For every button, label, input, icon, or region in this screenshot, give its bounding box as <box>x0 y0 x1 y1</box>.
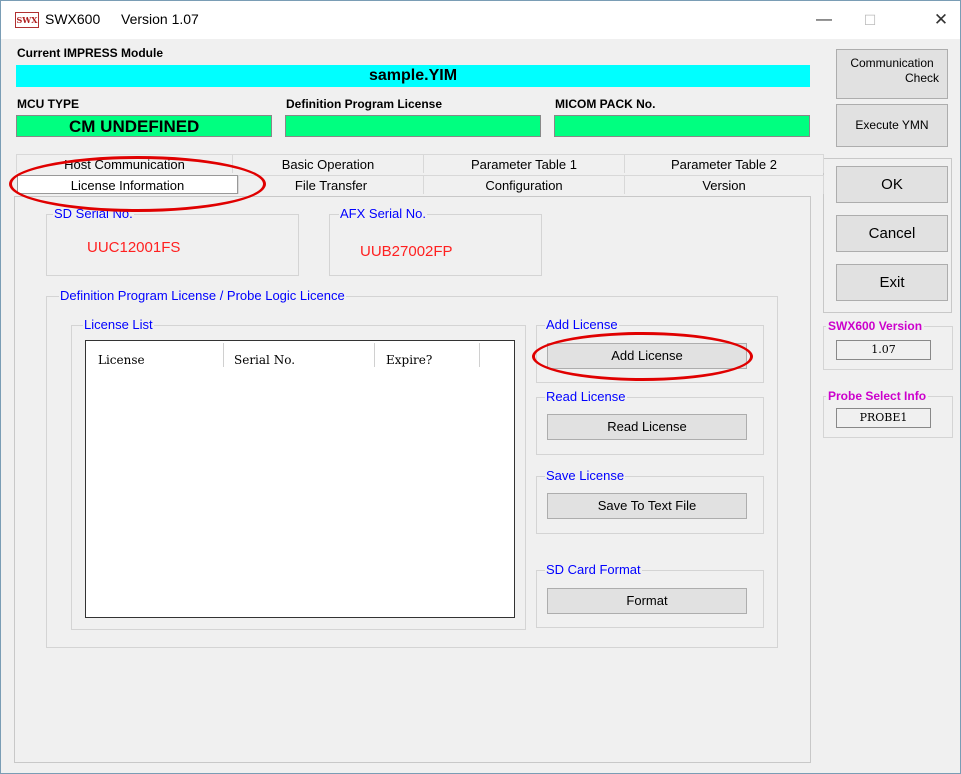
probe-select-label: Probe Select Info <box>826 389 929 403</box>
close-icon[interactable]: ✕ <box>918 5 961 35</box>
minimize-icon[interactable]: — <box>801 5 847 35</box>
mcu-type-field: CM UNDEFINED <box>16 115 272 137</box>
swx-version-label: SWX600 Version <box>826 319 925 333</box>
definition-license-label: Definition Program License <box>286 97 443 111</box>
maximize-icon[interactable]: ☐ <box>847 5 893 35</box>
column-divider <box>223 343 224 367</box>
read-license-title: Read License <box>545 389 627 404</box>
tab-license-information[interactable]: License Information <box>17 175 238 194</box>
add-license-button[interactable]: Add License <box>547 343 747 369</box>
license-group-title: Definition Program License / Probe Logic… <box>59 288 346 303</box>
column-divider <box>479 343 480 367</box>
column-expire[interactable]: Expire? <box>386 353 432 367</box>
sd-serial-value: UUC12001FS <box>87 239 181 256</box>
tab-host-communication[interactable]: Host Communication <box>16 154 232 173</box>
communication-check-line2: Check <box>904 71 939 85</box>
afx-serial-value: UUB27002FP <box>360 243 453 260</box>
ok-button[interactable]: OK <box>836 166 948 203</box>
probe-select-value: PROBE1 <box>836 408 931 428</box>
cancel-button[interactable]: Cancel <box>836 215 948 252</box>
communication-check-button[interactable]: Communication Check <box>836 49 948 99</box>
afx-serial-label: AFX Serial No. <box>339 206 427 221</box>
column-divider <box>374 343 375 367</box>
column-serial-no[interactable]: Serial No. <box>234 353 295 367</box>
app-logo-icon: SWX <box>15 12 39 28</box>
impress-module-label: Current IMPRESS Module <box>17 46 164 60</box>
read-license-button[interactable]: Read License <box>547 414 747 440</box>
micom-pack-field <box>554 115 810 137</box>
mcu-type-label: MCU TYPE <box>17 97 80 111</box>
swx-version-value: 1.07 <box>836 340 931 360</box>
exit-button[interactable]: Exit <box>836 264 948 301</box>
save-to-text-file-button[interactable]: Save To Text File <box>547 493 747 519</box>
execute-ymn-button[interactable]: Execute YMN <box>836 104 948 147</box>
window-version: Version 1.07 <box>121 11 199 27</box>
add-license-title: Add License <box>545 317 619 332</box>
tab-version[interactable]: Version <box>624 175 824 194</box>
definition-license-field <box>285 115 541 137</box>
save-license-title: Save License <box>545 468 626 483</box>
communication-check-line1: Communication <box>850 56 934 70</box>
license-list-title: License List <box>83 317 154 332</box>
sd-serial-label: SD Serial No. <box>53 206 134 221</box>
tab-basic-operation[interactable]: Basic Operation <box>232 154 423 173</box>
license-list[interactable]: License Serial No. Expire? <box>85 340 515 618</box>
sd-card-format-title: SD Card Format <box>545 562 642 577</box>
title-bar: SWX SWX600 Version 1.07 — ☐ ✕ <box>1 1 960 39</box>
window-title: SWX600 <box>45 11 101 27</box>
impress-module-value: sample.YIM <box>16 65 810 87</box>
tab-parameter-table-1[interactable]: Parameter Table 1 <box>423 154 624 173</box>
format-button[interactable]: Format <box>547 588 747 614</box>
micom-pack-label: MICOM PACK No. <box>555 97 656 111</box>
tab-configuration[interactable]: Configuration <box>423 175 624 194</box>
tab-file-transfer[interactable]: File Transfer <box>238 175 423 194</box>
tab-parameter-table-2[interactable]: Parameter Table 2 <box>624 154 824 173</box>
app-window: SWX SWX600 Version 1.07 — ☐ ✕ Current IM… <box>0 0 961 774</box>
column-license[interactable]: License <box>98 353 145 367</box>
